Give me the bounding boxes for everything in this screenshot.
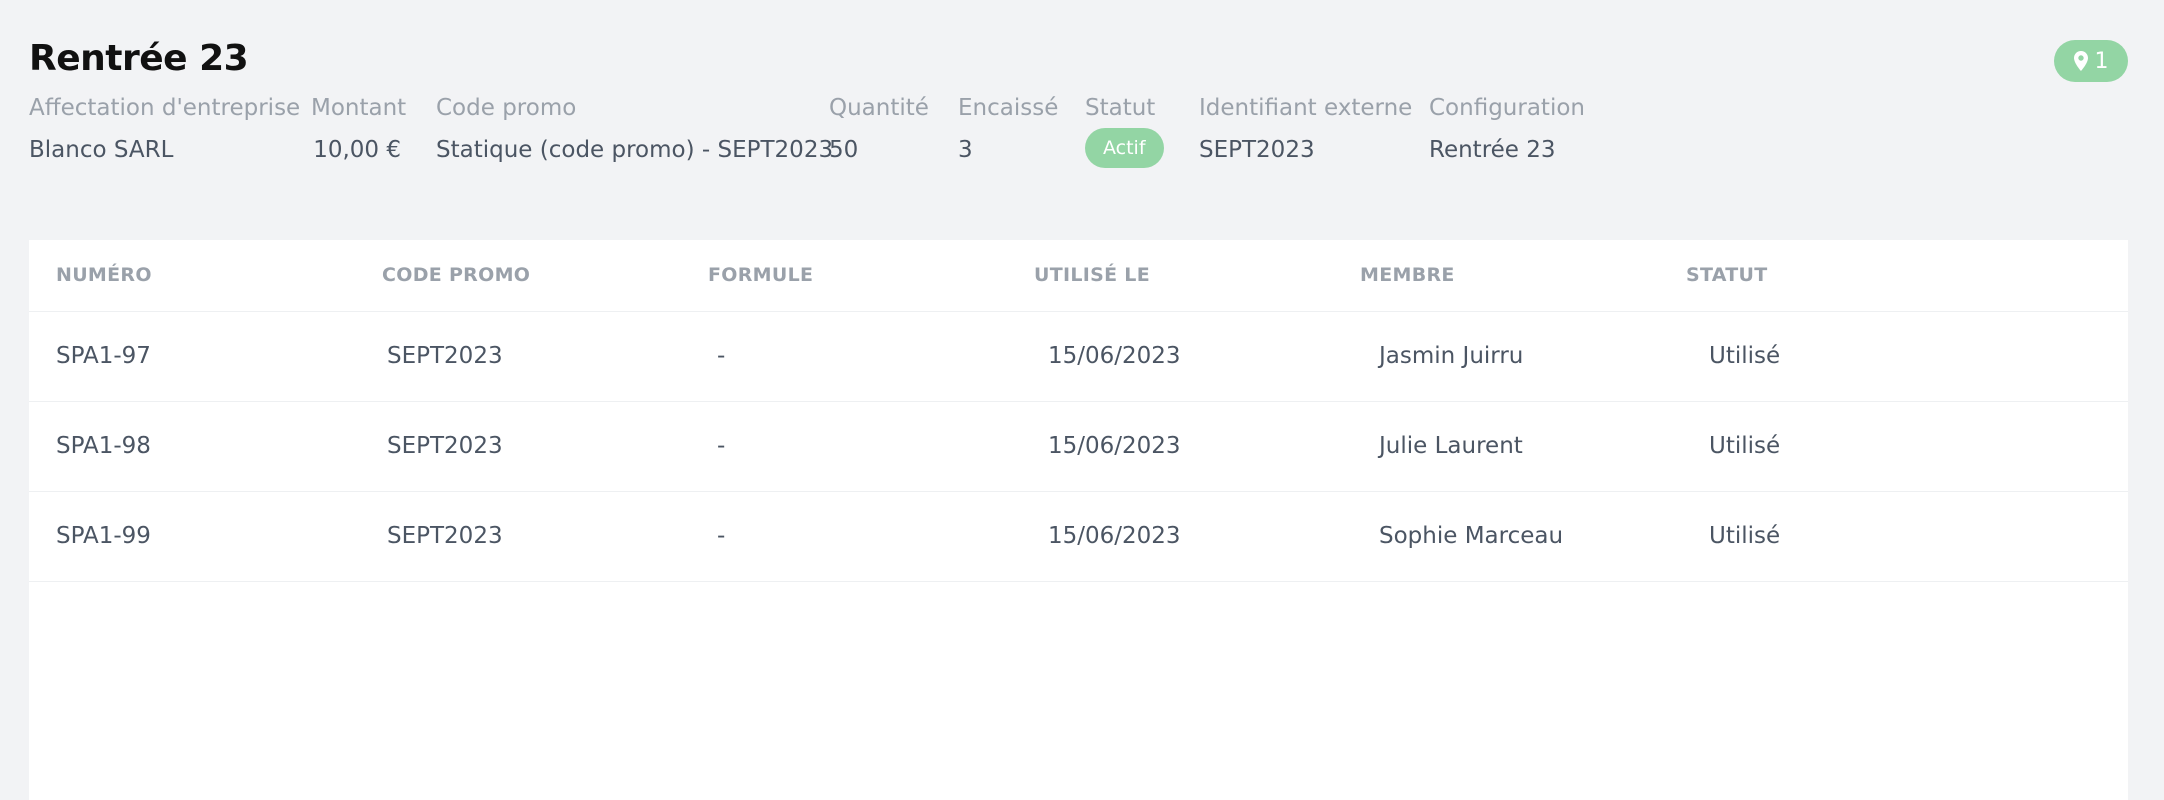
summary-status: Statut Actif (1085, 92, 1175, 172)
cell-promo-code: SEPT2023 (387, 433, 503, 459)
summary-amount: Montant 10,00 € (311, 92, 407, 166)
summary-collected: Encaissé 3 (958, 92, 1058, 166)
amount-label: Montant (311, 95, 407, 121)
external-id-value: SEPT2023 (1199, 137, 1315, 163)
cell-used-on: 15/06/2023 (1048, 523, 1181, 549)
amount-value: 10,00 € (313, 137, 401, 163)
cell-number: SPA1-97 (56, 343, 151, 369)
summary-company: Affectation d'entreprise Blanco SARL (29, 92, 300, 166)
cell-member: Julie Laurent (1379, 433, 1523, 459)
cell-used-on: 15/06/2023 (1048, 343, 1181, 369)
cell-number: SPA1-98 (56, 433, 151, 459)
cell-member: Jasmin Juirru (1379, 343, 1524, 369)
quantity-label: Quantité (829, 95, 929, 121)
cell-status: Utilisé (1709, 523, 1781, 549)
cell-formula: - (717, 433, 726, 459)
company-value: Blanco SARL (29, 137, 174, 163)
cell-member: Sophie Marceau (1379, 523, 1564, 549)
cell-formula: - (717, 343, 726, 369)
cell-status: Utilisé (1709, 433, 1781, 459)
column-header-status[interactable]: STATUT (1686, 240, 1768, 311)
voucher-codes-table: NUMÉRO CODE PROMO FORMULE UTILISÉ LE MEM… (29, 240, 2128, 800)
table-row[interactable]: SPA1-98 SEPT2023 - 15/06/2023 Julie Laur… (29, 402, 2128, 492)
configuration-value: Rentrée 23 (1429, 137, 1556, 163)
location-count-badge[interactable]: 1 (2054, 40, 2128, 82)
cell-used-on: 15/06/2023 (1048, 433, 1181, 459)
configuration-label: Configuration (1429, 95, 1585, 121)
cell-promo-code: SEPT2023 (387, 343, 503, 369)
column-header-promo-code[interactable]: CODE PROMO (382, 240, 530, 311)
map-marker-icon (2073, 51, 2088, 71)
company-label: Affectation d'entreprise (29, 95, 301, 121)
table-row[interactable]: SPA1-99 SEPT2023 - 15/06/2023 Sophie Mar… (29, 492, 2128, 582)
summary-quantity: Quantité 50 (829, 92, 929, 166)
summary-external-id: Identifiant externe SEPT2023 (1199, 92, 1412, 166)
cell-formula: - (717, 523, 726, 549)
quantity-value: 50 (829, 137, 859, 163)
status-label: Statut (1085, 95, 1156, 121)
location-count: 1 (2094, 48, 2109, 74)
cell-number: SPA1-99 (56, 523, 151, 549)
summary-configuration: Configuration Rentrée 23 (1429, 92, 1585, 166)
table-row[interactable]: SPA1-97 SEPT2023 - 15/06/2023 Jasmin Jui… (29, 312, 2128, 402)
column-header-member[interactable]: MEMBRE (1360, 240, 1455, 311)
cell-status: Utilisé (1709, 343, 1781, 369)
summary-promo-code: Code promo Statique (code promo) - SEPT2… (436, 92, 833, 166)
column-header-used-on[interactable]: UTILISÉ LE (1034, 240, 1150, 311)
page-title: Rentrée 23 (29, 38, 249, 79)
external-id-label: Identifiant externe (1199, 95, 1413, 121)
column-header-formula[interactable]: FORMULE (708, 240, 813, 311)
cell-promo-code: SEPT2023 (387, 523, 503, 549)
table-header: NUMÉRO CODE PROMO FORMULE UTILISÉ LE MEM… (29, 240, 2128, 312)
column-header-number[interactable]: NUMÉRO (56, 240, 152, 311)
voucher-summary: Affectation d'entreprise Blanco SARL Mon… (0, 92, 2164, 172)
collected-label: Encaissé (958, 95, 1059, 121)
status-badge: Actif (1085, 128, 1164, 168)
promo-code-value: Statique (code promo) - SEPT2023 (436, 137, 834, 163)
promo-code-label: Code promo (436, 95, 577, 121)
collected-value: 3 (958, 137, 973, 163)
